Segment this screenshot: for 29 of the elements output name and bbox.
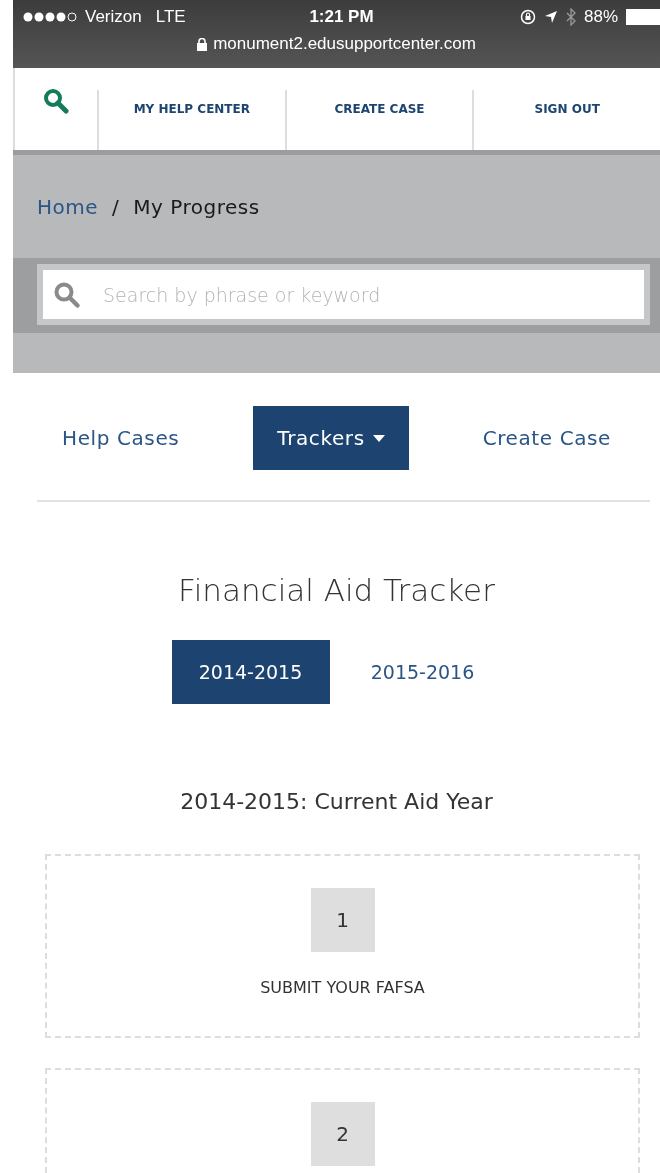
breadcrumb-link[interactable]: Home	[37, 195, 99, 258]
network-type: LTE	[155, 7, 186, 27]
page-title: Financial Aid Tracker	[177, 572, 496, 608]
search-icon[interactable]	[43, 88, 69, 114]
carrier-name: Verizon	[85, 7, 142, 27]
battery-icon	[626, 9, 660, 25]
tab[interactable]: Help Cases	[48, 406, 194, 470]
tab[interactable]: Trackers	[253, 406, 409, 470]
year-tab[interactable]: 2014-2015	[171, 640, 330, 704]
tab[interactable]: Create Case	[468, 406, 625, 470]
step-label: SUBMIT YOUR FAFSA	[260, 978, 425, 997]
lock-icon	[197, 37, 208, 51]
page-url: monument2.edusupportcenter.com	[213, 34, 476, 54]
rotation-lock-icon	[519, 9, 536, 25]
step-number: 1	[310, 888, 375, 952]
nav-link[interactable]: CREATE CASE	[284, 90, 473, 150]
breadcrumb-separator: /	[112, 195, 120, 221]
bluetooth-icon	[565, 8, 576, 26]
section-heading: 2014-2015: Current Aid Year	[179, 789, 494, 814]
step-number: 2	[310, 1102, 375, 1166]
search-field[interactable]: Search by phrase or keyword	[43, 270, 644, 319]
nav-link[interactable]: MY HELP CENTER	[97, 90, 285, 150]
location-icon	[543, 10, 558, 24]
battery-percent: 88%	[583, 7, 618, 27]
year-tab[interactable]: 2015-2016	[343, 640, 502, 704]
signal-icon	[23, 11, 79, 23]
nav-link[interactable]: SIGN OUT	[472, 90, 660, 150]
clock-time: 1:21 PM	[309, 7, 374, 27]
breadcrumb-current: My Progress	[133, 195, 260, 221]
